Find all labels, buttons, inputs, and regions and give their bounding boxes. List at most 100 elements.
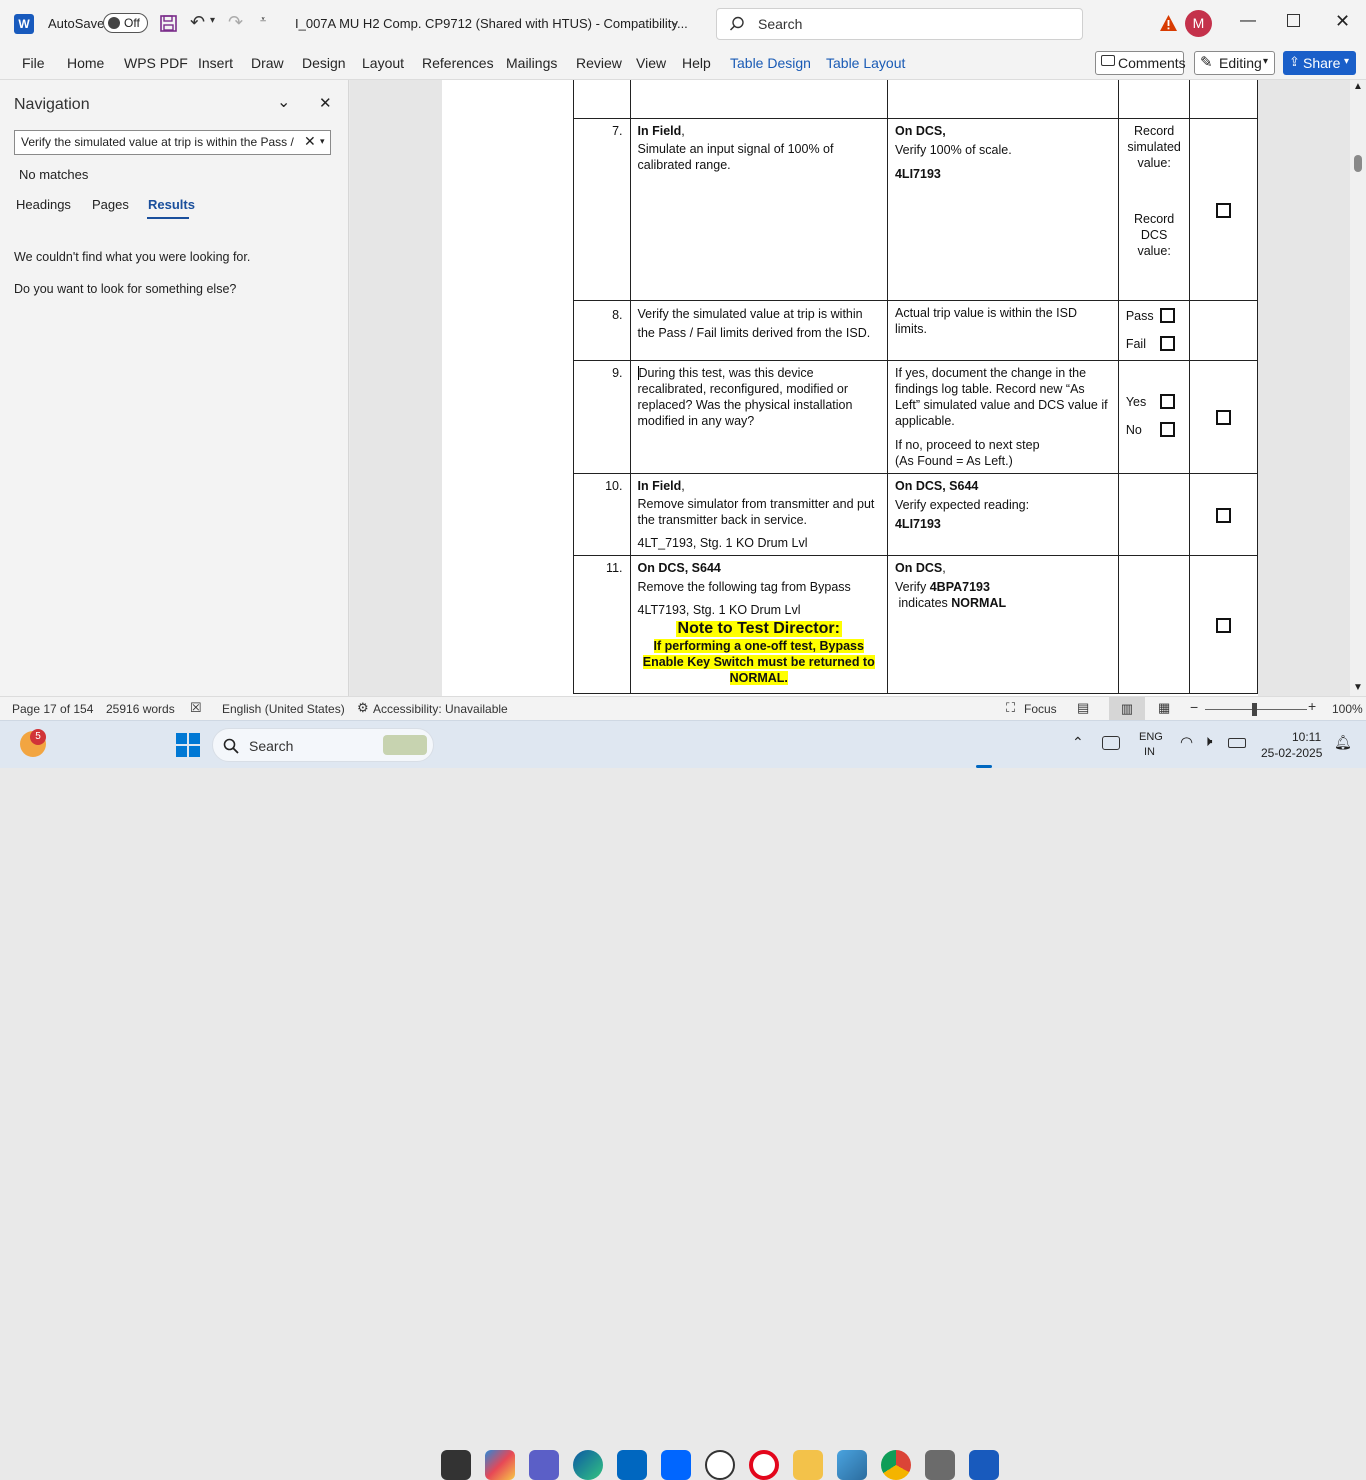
verify-cell[interactable]: On DCS, Verify 4BPA7193 indicates NORMAL [886, 555, 1119, 694]
search-box[interactable]: Search [716, 8, 1083, 40]
wifi-icon[interactable]: ◠ [1180, 733, 1193, 751]
signoff-cell[interactable] [1189, 555, 1258, 694]
tab-file[interactable]: File [22, 55, 45, 71]
record-cell[interactable] [1117, 555, 1191, 694]
minimize-icon[interactable]: — [1240, 12, 1256, 30]
scroll-down-icon[interactable]: ▼ [1353, 682, 1363, 693]
search-options-chevron-icon[interactable]: ▾ [320, 136, 325, 147]
checkbox-icon[interactable] [1216, 507, 1232, 523]
vertical-scrollbar[interactable]: ▲ ▼ [1350, 80, 1366, 696]
nav-tab-results[interactable]: Results [148, 197, 195, 212]
table-cell[interactable] [1189, 80, 1258, 119]
app-icon-chrome[interactable] [881, 1450, 911, 1480]
share-button[interactable]: ⇪ Share ▾ [1283, 51, 1356, 75]
app-icon-store[interactable] [617, 1450, 647, 1480]
tab-draw[interactable]: Draw [251, 55, 284, 71]
tray-chevron-icon[interactable]: ⌃ [1072, 734, 1084, 751]
nav-tab-pages[interactable]: Pages [92, 197, 129, 212]
table-cell[interactable] [573, 80, 631, 119]
app-icon-word[interactable] [969, 1450, 999, 1480]
app-icon-opera[interactable] [749, 1450, 779, 1480]
tab-view[interactable]: View [636, 55, 666, 71]
table-cell[interactable] [886, 80, 1119, 119]
avatar[interactable]: M [1185, 10, 1212, 37]
verify-cell[interactable]: On DCS, S644 Verify expected reading: 4L… [886, 473, 1119, 556]
app-icon-copilot[interactable] [485, 1450, 515, 1480]
comments-button[interactable]: Comments [1095, 51, 1186, 75]
tab-help[interactable]: Help [682, 55, 711, 71]
table-row[interactable]: 10. In Field, Remove simulator from tran… [573, 473, 1258, 556]
table-cell[interactable] [1117, 80, 1191, 119]
document-page[interactable]: 7. In Field, Simulate an input signal of… [442, 80, 1258, 696]
zoom-level[interactable]: 100% [1332, 702, 1363, 716]
action-cell[interactable]: Verify the simulated value at trip is wi… [629, 300, 888, 361]
nav-close-icon[interactable]: ✕ [319, 94, 332, 112]
checkbox-icon[interactable] [1216, 410, 1232, 426]
app-icon-dell[interactable] [705, 1450, 735, 1480]
action-cell[interactable]: On DCS, S644 Remove the following tag fr… [629, 555, 888, 694]
accessibility-icon[interactable]: ⚙ [357, 700, 369, 716]
tab-insert[interactable]: Insert [198, 55, 233, 71]
pass-checkbox[interactable] [1160, 308, 1176, 323]
app-icon-teams[interactable] [529, 1450, 559, 1480]
tab-mailings[interactable]: Mailings [506, 55, 557, 71]
checkbox-icon[interactable] [1216, 202, 1232, 218]
table-row[interactable]: 7. In Field, Simulate an input signal of… [573, 118, 1258, 301]
procedure-table[interactable]: 7. In Field, Simulate an input signal of… [573, 80, 1258, 694]
app-icon-powerautomate[interactable] [661, 1450, 691, 1480]
app-icon-photos[interactable] [837, 1450, 867, 1480]
volume-icon[interactable]: 🕨 [1203, 733, 1212, 750]
signoff-cell[interactable] [1189, 300, 1258, 361]
signoff-cell[interactable] [1189, 360, 1258, 474]
record-cell[interactable] [1117, 473, 1191, 556]
table-cell[interactable] [629, 80, 888, 119]
record-cell[interactable]: Yes No [1117, 360, 1191, 474]
nav-search-field[interactable]: Verify the simulated value at trip is wi… [14, 130, 331, 155]
table-row[interactable]: 8. Verify the simulated value at trip is… [573, 300, 1258, 361]
tab-references[interactable]: References [422, 55, 494, 71]
signoff-cell[interactable] [1189, 118, 1258, 301]
clear-search-icon[interactable]: ✕ [304, 133, 316, 150]
undo-icon[interactable]: ↶ [190, 12, 205, 33]
clock-time[interactable]: 10:11 [1292, 730, 1321, 744]
focus-label[interactable]: Focus [1024, 702, 1057, 716]
yes-checkbox[interactable] [1160, 394, 1176, 409]
language-indicator[interactable]: English (United States) [222, 702, 345, 716]
notification-bell-icon[interactable]: 🔔︎ [1334, 734, 1352, 751]
customize-qat-icon[interactable]: ⩡ [260, 14, 266, 27]
autosave-toggle[interactable]: Off [103, 13, 148, 33]
app-icon-edge[interactable] [573, 1450, 603, 1480]
save-icon[interactable] [160, 15, 177, 32]
tab-home[interactable]: Home [67, 55, 104, 71]
table-row[interactable] [573, 80, 1258, 119]
action-cell[interactable]: In Field, Remove simulator from transmit… [629, 473, 888, 556]
app-icon-file-explorer[interactable] [793, 1450, 823, 1480]
tab-table-layout[interactable]: Table Layout [826, 55, 905, 71]
tab-design[interactable]: Design [302, 55, 346, 71]
focus-icon[interactable]: ⛶ [1006, 700, 1015, 716]
table-row[interactable]: 11. On DCS, S644 Remove the following ta… [573, 555, 1258, 694]
editing-button[interactable]: ✎ Editing ▾ [1194, 51, 1275, 75]
signoff-cell[interactable] [1189, 473, 1258, 556]
taskbar-search[interactable]: Search [212, 728, 434, 762]
tray-network-app-icon[interactable] [1102, 736, 1120, 750]
checkbox-icon[interactable] [1216, 617, 1232, 633]
accessibility-status[interactable]: Accessibility: Unavailable [373, 702, 508, 716]
action-cell[interactable]: During this test, was this device recali… [629, 360, 888, 474]
scroll-up-icon[interactable]: ▲ [1353, 81, 1363, 92]
zoom-out-icon[interactable]: − [1190, 699, 1198, 715]
nav-options-chevron-icon[interactable]: ⌄ [277, 92, 290, 112]
warning-icon[interactable] [1159, 14, 1178, 32]
maximize-icon[interactable] [1287, 14, 1300, 27]
tab-wps-pdf[interactable]: WPS PDF [124, 55, 188, 71]
nav-tab-headings[interactable]: Headings [16, 197, 71, 212]
close-window-icon[interactable]: ✕ [1335, 11, 1350, 32]
table-row[interactable]: 9. During this test, was this device rec… [573, 360, 1258, 474]
input-language-2[interactable]: IN [1144, 746, 1155, 758]
action-cell[interactable]: In Field, Simulate an input signal of 10… [629, 118, 888, 301]
title-chevron-icon[interactable]: ⌄ [670, 14, 680, 28]
battery-icon[interactable] [1228, 738, 1246, 748]
proofing-icon[interactable]: ☒ [190, 700, 202, 716]
verify-cell[interactable]: Actual trip value is within the ISD limi… [886, 300, 1119, 361]
tab-review[interactable]: Review [576, 55, 622, 71]
